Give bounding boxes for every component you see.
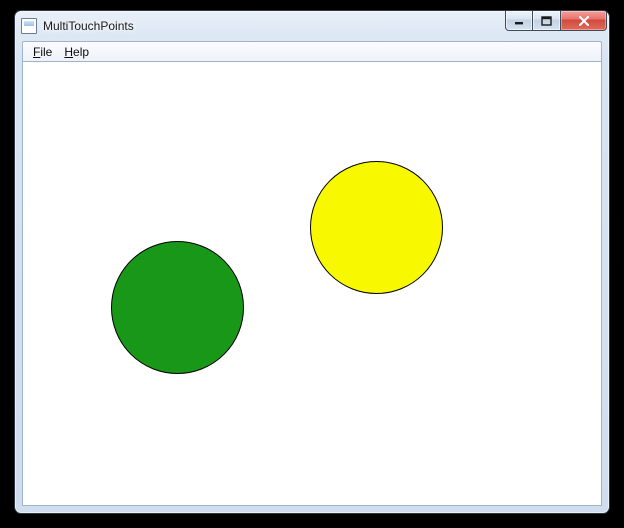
- minimize-button[interactable]: [505, 11, 533, 31]
- close-icon: [578, 16, 590, 26]
- app-icon: [21, 18, 37, 34]
- menu-file[interactable]: File: [27, 43, 58, 61]
- application-window: MultiTouchPoints File Help: [14, 10, 610, 514]
- minimize-icon: [514, 16, 524, 26]
- close-button[interactable]: [561, 11, 607, 31]
- menu-bar: File Help: [22, 41, 602, 62]
- canvas-area[interactable]: [22, 62, 602, 506]
- maximize-icon: [541, 16, 552, 26]
- menu-help[interactable]: Help: [58, 43, 95, 61]
- window-controls: [505, 11, 607, 41]
- title-bar[interactable]: MultiTouchPoints: [15, 11, 609, 41]
- window-title: MultiTouchPoints: [43, 19, 134, 33]
- touch-point[interactable]: [310, 161, 443, 294]
- maximize-button[interactable]: [533, 11, 561, 31]
- touch-point[interactable]: [111, 241, 244, 374]
